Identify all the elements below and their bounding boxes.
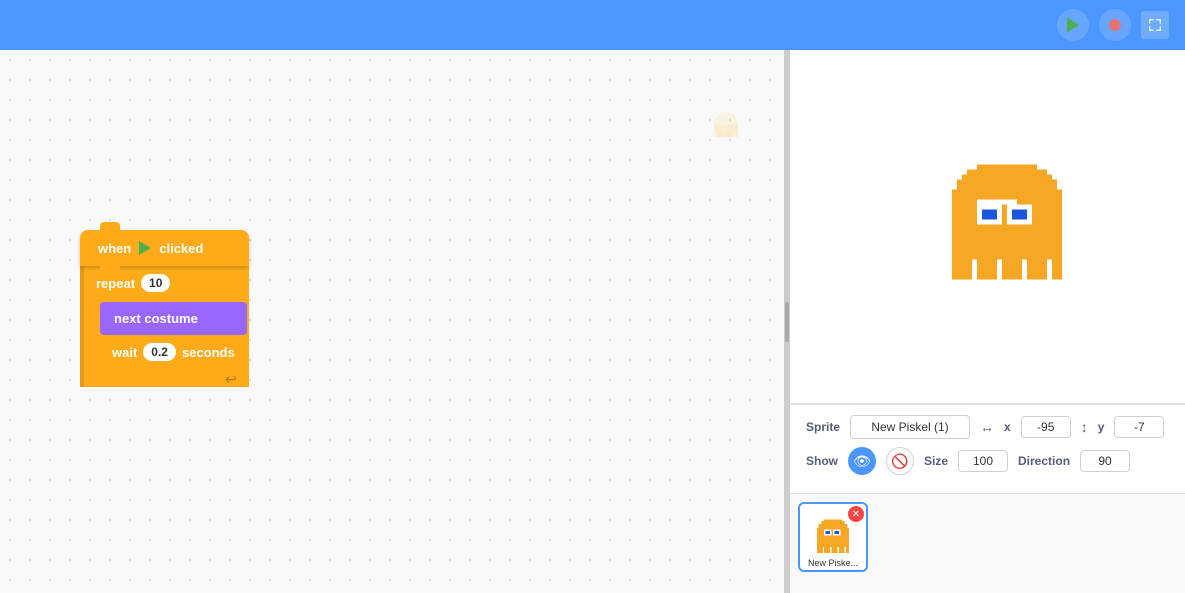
stop-button[interactable] xyxy=(1099,9,1131,41)
divider-handle xyxy=(785,302,789,342)
code-area[interactable]: when clicked repeat 10 xyxy=(0,50,784,593)
size-input[interactable] xyxy=(958,450,1008,472)
repeat-value[interactable]: 10 xyxy=(141,274,170,292)
wait-block[interactable]: wait 0.2 seconds xyxy=(100,335,247,369)
stage xyxy=(790,50,1185,404)
properties-panel: Sprite ↔ x ↕ y Show 👁 🚫 Size Direction xyxy=(790,404,1185,493)
y-label: y xyxy=(1098,420,1105,434)
blocks-stack: when clicked repeat 10 xyxy=(80,230,249,387)
end-curve-icon: ↩ xyxy=(225,371,237,388)
repeat-body: next costume wait 0.2 seconds xyxy=(84,300,249,371)
ghost-watermark-icon xyxy=(708,110,744,146)
wait-label: wait xyxy=(112,345,137,360)
next-costume-block[interactable]: next costume xyxy=(100,302,247,335)
y-arrows-icon: ↕ xyxy=(1081,419,1088,435)
ghost-sprite xyxy=(942,159,1072,294)
seconds-label: seconds xyxy=(182,345,235,360)
repeat-label: repeat xyxy=(96,276,135,291)
wait-value[interactable]: 0.2 xyxy=(143,343,176,361)
xy-arrows-icon: ↔ xyxy=(980,419,994,435)
show-visible-button[interactable]: 👁 xyxy=(848,447,876,475)
sprite-props-row: Sprite ↔ x ↕ y xyxy=(806,415,1169,439)
flag-icon-small xyxy=(137,240,153,256)
top-bar xyxy=(0,0,1185,50)
when-label: when xyxy=(98,241,131,256)
x-input[interactable] xyxy=(1021,416,1071,438)
show-hidden-button[interactable]: 🚫 xyxy=(886,447,914,475)
sprite-name-input[interactable] xyxy=(850,415,970,439)
x-label: x xyxy=(1004,420,1011,434)
repeat-footer: ↩ xyxy=(84,371,249,387)
sprite-delete-button[interactable]: ✕ xyxy=(848,506,864,522)
y-input[interactable] xyxy=(1114,416,1164,438)
right-panel: Sprite ↔ x ↕ y Show 👁 🚫 Size Direction xyxy=(790,50,1185,593)
show-label: Show xyxy=(806,454,838,468)
sprite-label: Sprite xyxy=(806,420,840,434)
sprite-thumb-name: New Piske... xyxy=(800,558,866,568)
when-clicked-block[interactable]: when clicked xyxy=(80,230,249,266)
size-label: Size xyxy=(924,454,948,468)
next-costume-label: next costume xyxy=(114,311,198,326)
stop-icon xyxy=(1107,17,1123,33)
controls-group xyxy=(1057,9,1169,41)
flag-icon xyxy=(1064,16,1082,34)
fullscreen-icon xyxy=(1148,18,1162,32)
repeat-block[interactable]: repeat 10 next costume wait 0.2 seconds xyxy=(80,266,249,387)
run-flag-button[interactable] xyxy=(1057,9,1089,41)
clicked-label: clicked xyxy=(159,241,203,256)
direction-label: Direction xyxy=(1018,454,1070,468)
direction-input[interactable] xyxy=(1080,450,1130,472)
sprites-panel: ✕ New Piske... xyxy=(790,493,1185,593)
main-layout: when clicked repeat 10 xyxy=(0,50,1185,593)
blocks-container: when clicked repeat 10 xyxy=(80,230,249,387)
ghost-sprite-svg xyxy=(942,159,1072,289)
show-props-row: Show 👁 🚫 Size Direction xyxy=(806,447,1169,475)
sprite-thumbnail[interactable]: ✕ New Piske... xyxy=(798,502,868,572)
fullscreen-button[interactable] xyxy=(1141,11,1169,39)
sprite-thumb-icon xyxy=(814,518,852,556)
ghost-watermark xyxy=(708,110,744,154)
